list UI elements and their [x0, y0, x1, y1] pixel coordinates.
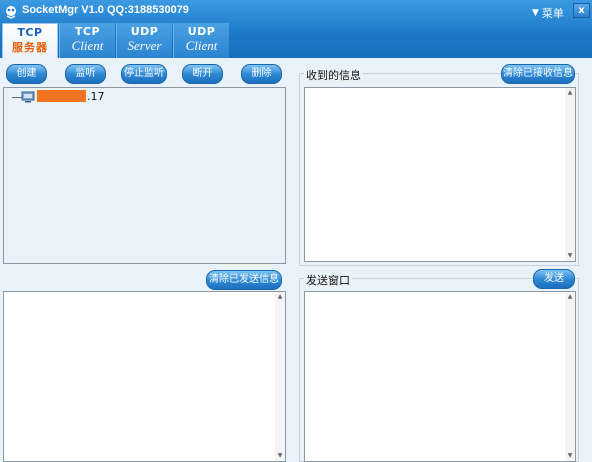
scroll-up-icon[interactable]: ▲	[565, 292, 575, 302]
clear-sent-button[interactable]: 清除已发送信息	[206, 270, 282, 290]
received-textarea[interactable]: ▲ ▼	[304, 87, 576, 262]
tab-tcp-client[interactable]: TCP Client	[59, 23, 115, 58]
disconnect-button[interactable]: 断开	[182, 64, 223, 84]
received-scrollbar[interactable]: ▲ ▼	[565, 88, 575, 261]
tab-udp-server[interactable]: UDP Server	[116, 23, 172, 58]
window-title: SocketMgr V1.0 QQ:3188530079	[22, 4, 189, 16]
tab-label-line1: UDP	[187, 25, 216, 38]
tab-label-line2: 服务器	[12, 42, 48, 54]
listen-button[interactable]: 监听	[65, 64, 106, 84]
tab-label-line1: TCP	[17, 26, 43, 39]
scroll-up-icon[interactable]: ▲	[565, 88, 575, 98]
tab-label-line1: TCP	[74, 25, 101, 38]
received-label: 收到的信息	[304, 67, 363, 83]
connection-item[interactable]: .17	[87, 90, 105, 103]
app-logo-icon	[6, 6, 16, 19]
connection-list[interactable]	[3, 87, 286, 264]
network-computer-icon	[21, 91, 35, 103]
menu-button[interactable]: ▼ 菜单	[532, 5, 564, 21]
tab-label-line2: Server	[127, 38, 162, 53]
scroll-down-icon[interactable]: ▼	[565, 251, 575, 261]
send-textarea[interactable]: ▲ ▼	[304, 291, 576, 462]
tab-label-line1: UDP	[130, 25, 159, 38]
create-button[interactable]: 创建	[6, 64, 47, 84]
clear-received-button[interactable]: 清除已接收信息	[501, 64, 575, 84]
scroll-up-icon[interactable]: ▲	[275, 292, 285, 302]
chevron-down-icon: ▼	[532, 8, 539, 18]
stop-listen-button[interactable]: 停止监听	[121, 64, 167, 84]
title-bar: SocketMgr V1.0 QQ:3188530079 ▼ 菜单 x TCP …	[0, 0, 592, 58]
tab-label-line2: Client	[71, 38, 104, 53]
sent-log-textarea[interactable]: ▲ ▼	[3, 291, 286, 462]
delete-button[interactable]: 删除	[241, 64, 282, 84]
tab-tcp-server[interactable]: TCP 服务器	[2, 23, 58, 58]
send-button[interactable]: 发送	[533, 269, 575, 289]
tab-label-line2: Client	[185, 38, 218, 53]
send-label: 发送窗口	[304, 272, 352, 288]
close-button[interactable]: x	[573, 3, 590, 18]
send-scrollbar[interactable]: ▲ ▼	[565, 292, 575, 461]
sent-log-scrollbar[interactable]: ▲ ▼	[275, 292, 285, 461]
scroll-down-icon[interactable]: ▼	[275, 451, 285, 461]
close-icon: x	[578, 5, 585, 16]
scroll-down-icon[interactable]: ▼	[565, 451, 575, 461]
redacted-address	[37, 90, 86, 102]
tab-udp-client[interactable]: UDP Client	[173, 23, 229, 58]
menu-label: 菜单	[541, 7, 564, 20]
